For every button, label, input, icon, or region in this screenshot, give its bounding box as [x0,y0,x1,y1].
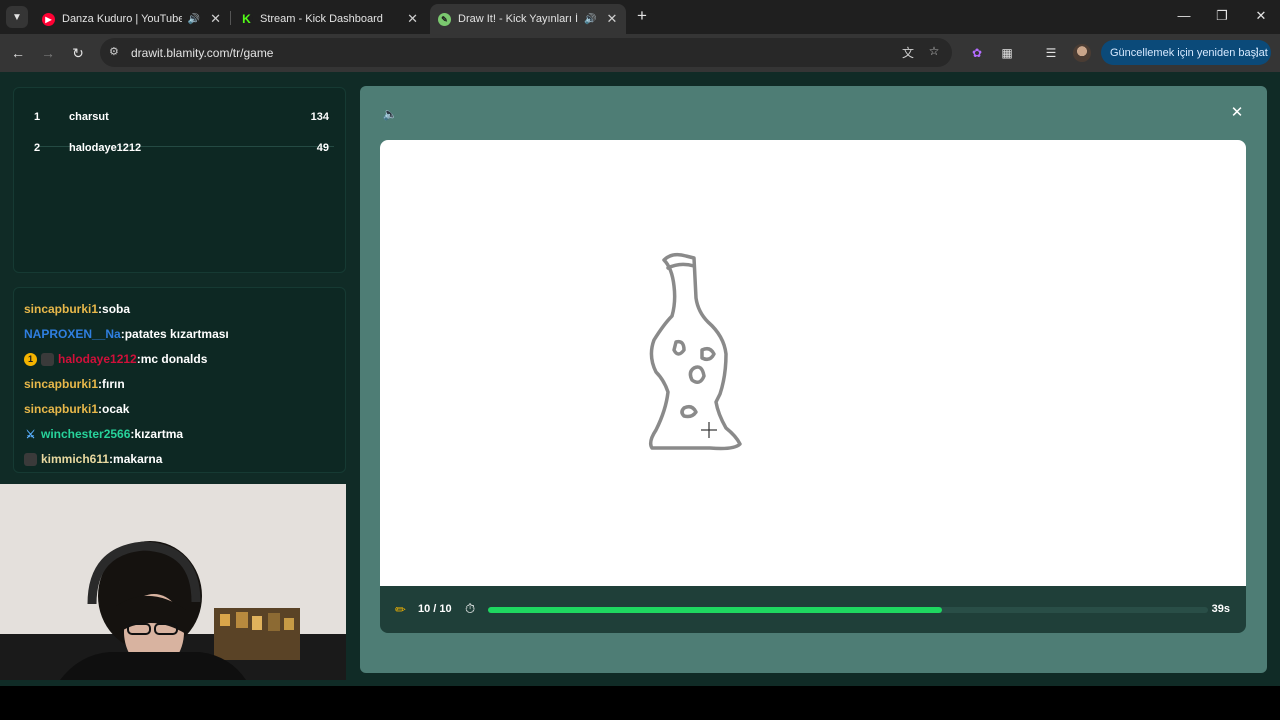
time-remaining: 39s [1211,603,1230,615]
chat-text: soba [102,302,131,316]
chat-username: sincapburki1 [24,302,99,316]
chat-username: NAPROXEN__Na [24,327,121,341]
youtube-music-icon: ▶ [42,12,55,26]
kick-icon: K [240,12,253,26]
bookmark-star-icon[interactable]: ☆ [926,44,942,60]
profile-avatar[interactable] [1073,44,1091,62]
player-score: 49 [316,142,329,154]
chat-message: kimmich611: makarna [24,450,162,468]
sound-toggle-icon[interactable]: 🔈 [382,106,398,122]
gift-badge-icon: 1 [24,352,37,366]
tab-draw-it[interactable]: ✎ Draw It! - Kick Yayınları İçin 🔊 ✕ [430,4,626,34]
chat-text: makarna [113,452,163,466]
round-status-bar: ✏ 10 / 10 ⏱ 39s [380,586,1246,633]
chat-text: patates kızartması [124,327,229,341]
close-game-button[interactable]: ✕ [1229,105,1245,121]
restart-to-update-button[interactable]: Güncellemek için yeniden başlat ⋮ [1101,40,1271,65]
tab-search-button[interactable]: ▼ [6,6,28,28]
stream-page: 1 charsut 134 2 halodaye1212 49 sincapbu… [0,72,1280,686]
leaderboard-panel: 1 charsut 134 2 halodaye1212 49 [13,87,346,273]
url-text[interactable]: drawit.blamity.com/tr/game [131,46,273,60]
close-tab-icon[interactable]: ✕ [407,11,418,27]
chat-message: 1 halodaye1212: mc donalds [24,350,207,368]
new-tab-button[interactable]: + [632,6,652,26]
game-header: 🔈 ✕ [360,86,1267,140]
media-controls-icon[interactable]: ☰ [1043,45,1059,61]
speaker-icon: 🔊 [584,13,597,25]
webcam-feed [0,484,346,680]
subscriber-badge-icon [41,352,54,366]
close-tab-icon[interactable]: ✕ [606,11,617,27]
chat-username: sincapburki1 [24,402,99,416]
chat-message: ⚔ winchester2566: kızartma [24,425,184,443]
reload-button[interactable]: ↻ [68,43,88,63]
timer-progress-fill [488,607,942,613]
chat-message: sincapburki1: soba [24,300,130,318]
drawit-icon: ✎ [438,12,451,26]
close-tab-icon[interactable]: ✕ [210,11,221,27]
timer-progress-track [488,607,1208,613]
leaderboard-row: 2 halodaye1212 49 [24,133,329,163]
tab-kick-dashboard[interactable]: K Stream - Kick Dashboard ✕ [232,4,426,34]
chat-username: halodaye1212 [58,352,137,366]
extensions-puzzle-icon[interactable]: ▦ [999,45,1015,61]
chat-text: ocak [102,402,130,416]
chat-message: sincapburki1: fırın [24,375,125,393]
tab-title: Danza Kuduro | YouTube M [62,13,182,25]
forward-button[interactable]: → [38,43,58,63]
drawing-canvas[interactable] [380,140,1246,586]
taskbar-strip [0,686,1280,720]
leaderboard-row: 1 charsut 134 [24,102,329,132]
pencil-icon: ✏ [395,602,406,617]
restore-button[interactable]: ❐ [1209,6,1235,26]
tab-youtube-music[interactable]: ▶ Danza Kuduro | YouTube M 🔊 ✕ [34,4,229,34]
back-button[interactable]: ← [8,43,28,63]
webcam-image [0,484,346,680]
round-counter: 10 / 10 [418,603,452,615]
chat-panel: sincapburki1: soba NAPROXEN__Na: patates k… [13,287,346,473]
rank: 1 [34,111,41,123]
chat-username: sincapburki1 [24,377,99,391]
close-window-button[interactable]: ✕ [1248,6,1274,26]
chat-message: sincapburki1: ocak [24,400,129,418]
update-button-label: Güncellemek için yeniden başlat [1110,46,1268,59]
more-menu-icon[interactable]: ⋮ [1251,45,1263,59]
player-name: charsut [69,111,109,123]
tab-divider [230,11,231,25]
subscriber-badge-icon [24,452,37,466]
player-name: halodaye1212 [69,142,142,154]
player-score: 134 [310,111,329,123]
game-panel: 🔈 ✕ ✏ 10 / 10 ⏱ 39s [360,86,1267,673]
address-bar[interactable]: ⚙ drawit.blamity.com/tr/game 文 ☆ [100,38,952,67]
stopwatch-icon: ⏱ [465,601,476,616]
speaker-icon: 🔊 [187,13,201,25]
tab-title: Stream - Kick Dashboard [260,13,383,25]
chat-username: kimmich611 [41,452,110,466]
bottle-drawing [648,252,742,451]
site-info-icon[interactable]: ⚙ [109,45,123,59]
sword-badge-icon: ⚔ [25,428,36,441]
chat-message: NAPROXEN__Na: patates kızartması [24,325,229,343]
minimize-button[interactable]: — [1171,6,1197,26]
translate-icon[interactable]: 文 [900,44,916,60]
chat-text: mc donalds [140,352,208,366]
chat-username: winchester2566 [41,427,131,441]
tab-title: Draw It! - Kick Yayınları İçin [458,13,578,25]
rank: 2 [34,142,41,154]
chat-text: kızartma [134,427,184,441]
tab-strip: ▼ ▶ Danza Kuduro | YouTube M 🔊 ✕ K Strea… [0,0,1280,34]
extension-icon[interactable]: ✿ [969,45,985,61]
chat-text: fırın [102,377,125,391]
